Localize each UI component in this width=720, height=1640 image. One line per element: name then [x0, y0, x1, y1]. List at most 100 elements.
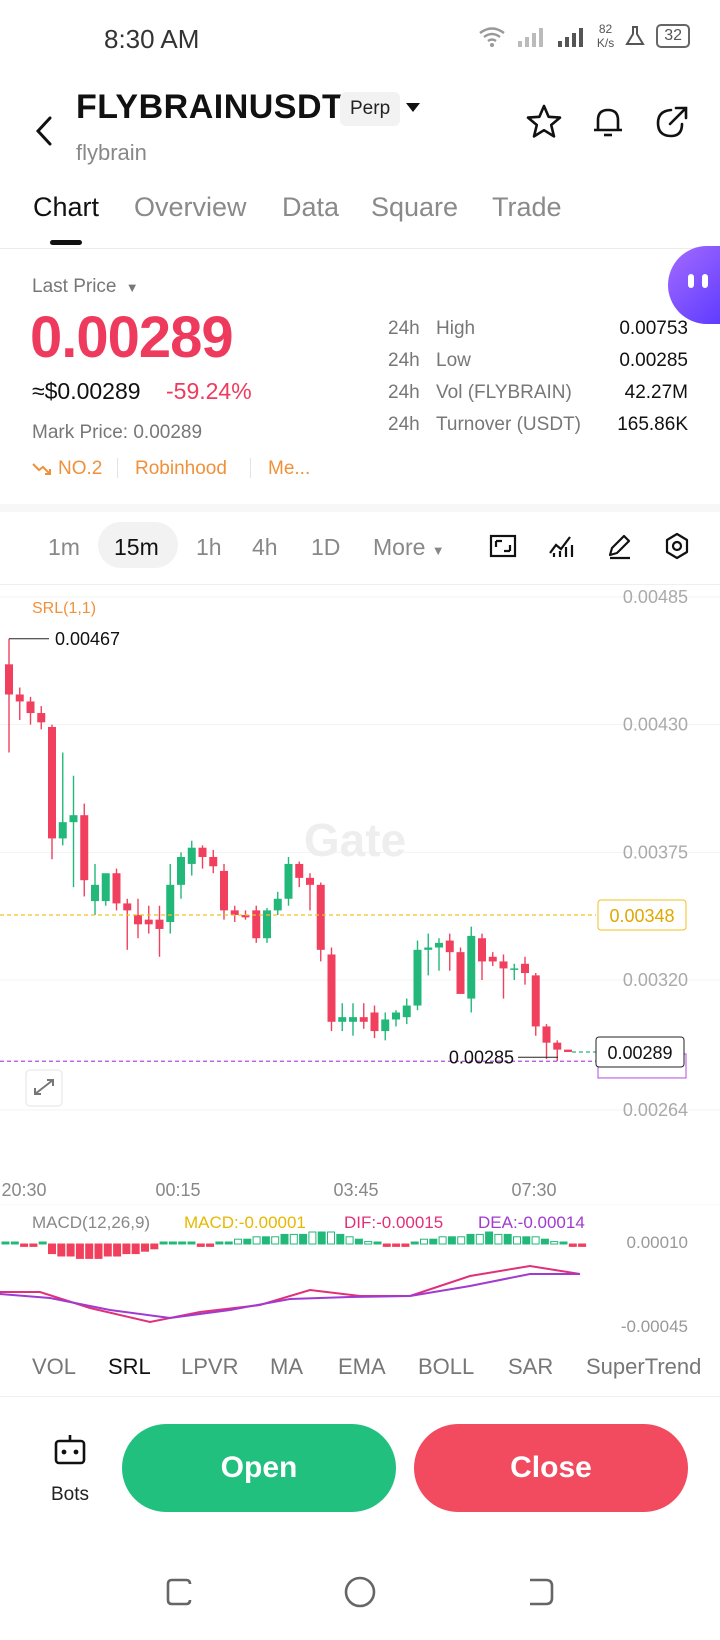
bots-button[interactable]: Bots [40, 1432, 100, 1512]
candle [166, 863, 175, 934]
macd-bar [382, 1243, 391, 1247]
mark-price: Mark Price: 0.00289 [32, 422, 203, 443]
macd-bar [150, 1243, 159, 1250]
share-icon[interactable] [652, 102, 692, 142]
macd-bar [261, 1236, 270, 1245]
recent-apps-icon[interactable] [162, 1574, 198, 1610]
bots-label: Bots [50, 1484, 90, 1505]
interval-1h[interactable]: 1h [196, 534, 222, 561]
tab-chart[interactable]: Chart [33, 192, 99, 223]
last-price-label[interactable]: Last Price ▼ [32, 276, 139, 298]
indicator-sar[interactable]: SAR [508, 1354, 553, 1380]
indicator-vol[interactable]: VOL [32, 1354, 76, 1380]
candle-body [542, 1026, 551, 1043]
candle-body [499, 961, 508, 969]
macd-title: MACD(12,26,9) [32, 1213, 150, 1232]
indicator-icon[interactable] [546, 531, 576, 561]
indicator-ma[interactable]: MA [270, 1354, 303, 1380]
macd-bar [354, 1238, 363, 1245]
tab-trade[interactable]: Trade [492, 192, 562, 223]
candle [327, 947, 336, 1032]
price-chart[interactable]: SRL(1,1) Gate 0.00485 0.00430 0.00375 0.003… [0, 584, 720, 1204]
macd-bar [494, 1233, 503, 1245]
interval-15m[interactable]: 15m [114, 534, 159, 561]
status-time: 8:30 AM [104, 24, 200, 54]
candle-body [413, 949, 422, 1006]
macd-bar [550, 1241, 559, 1245]
tag-rank[interactable]: NO.2 [58, 458, 102, 480]
candle [467, 926, 476, 1013]
open-button[interactable]: Open [122, 1424, 396, 1512]
candles [5, 638, 572, 1062]
indicator-lpvr[interactable]: LPVR [181, 1354, 238, 1380]
interval-4h[interactable]: 4h [252, 534, 278, 561]
tab-data[interactable]: Data [282, 192, 339, 223]
indicator-srl[interactable]: SRL [108, 1354, 151, 1380]
chart-expand-icon[interactable] [488, 531, 518, 561]
close-button[interactable]: Close [414, 1424, 688, 1512]
tab-overview[interactable]: Overview [134, 192, 247, 223]
dif-value: DIF:-0.00015 [344, 1213, 443, 1232]
symbol-title[interactable]: FLYBRAINUSDT [76, 88, 343, 127]
indicator-supertrend[interactable]: SuperTrend [586, 1354, 701, 1380]
back-arrow-icon[interactable] [28, 108, 62, 154]
indicator-tabs: VOL SRL LPVR MA EMA BOLL SAR SuperTrend [0, 1338, 720, 1397]
candle-body [177, 856, 185, 885]
candle [435, 938, 443, 971]
interval-more[interactable]: More ▼ [373, 534, 445, 561]
tag-robinhood[interactable]: Robinhood [135, 458, 227, 480]
symbol-subtitle: flybrain [76, 140, 147, 165]
interval-1m[interactable]: 1m [48, 534, 80, 561]
candle-body [478, 938, 486, 962]
macd-bar [466, 1233, 475, 1245]
bottom-actions: Bots Open Close [0, 1396, 720, 1526]
tag-more[interactable]: Me... [268, 458, 310, 480]
section-tabs: Chart Overview Data Square Trade [0, 182, 720, 249]
macd-bar [271, 1236, 280, 1245]
macd-bar [159, 1241, 168, 1245]
candle-body [144, 919, 153, 925]
floating-assistant-button[interactable] [668, 246, 720, 324]
macd-bar [522, 1236, 531, 1245]
perp-badge[interactable]: Perp [340, 92, 401, 126]
level-tag: 0.00348 [609, 906, 674, 926]
macd-bar [345, 1236, 354, 1245]
star-icon[interactable] [524, 102, 564, 142]
candle [402, 998, 411, 1025]
candle-body [26, 701, 35, 714]
back-nav-icon[interactable] [522, 1574, 558, 1610]
macd-bar [141, 1243, 149, 1252]
tab-square[interactable]: Square [371, 192, 458, 223]
macd-bar [57, 1243, 66, 1257]
candle [187, 840, 196, 876]
caret-down-icon[interactable] [404, 100, 422, 114]
fullscreen-button[interactable] [25, 1069, 63, 1107]
candle-body [316, 884, 325, 950]
indicator-label: SRL(1,1) [32, 600, 96, 617]
candle [295, 861, 304, 888]
candle [542, 1024, 551, 1059]
net-speed: 82 K/s [596, 22, 615, 50]
candle-body [134, 915, 142, 925]
flask-icon [625, 26, 645, 45]
interval-1d[interactable]: 1D [311, 534, 340, 561]
draw-pencil-icon[interactable] [604, 531, 634, 561]
assistant-eye-icon [688, 274, 694, 288]
macd-bar [457, 1236, 466, 1245]
home-icon[interactable] [342, 1574, 378, 1610]
macd-bar [410, 1241, 419, 1245]
indicator-ema[interactable]: EMA [338, 1354, 386, 1380]
candle [316, 882, 325, 962]
macd-bar [29, 1243, 38, 1247]
assistant-eye-icon [702, 274, 708, 288]
candle-body [80, 815, 89, 881]
candle [26, 696, 35, 725]
macd-bar [578, 1243, 587, 1247]
settings-icon[interactable] [662, 531, 692, 561]
bell-icon[interactable] [588, 102, 628, 142]
macd-bar [234, 1238, 242, 1245]
indicator-boll[interactable]: BOLL [418, 1354, 474, 1380]
macd-bar [85, 1243, 94, 1259]
macd-y-tick-bottom: -0.00045 [621, 1317, 688, 1336]
candle-body [327, 954, 336, 1022]
